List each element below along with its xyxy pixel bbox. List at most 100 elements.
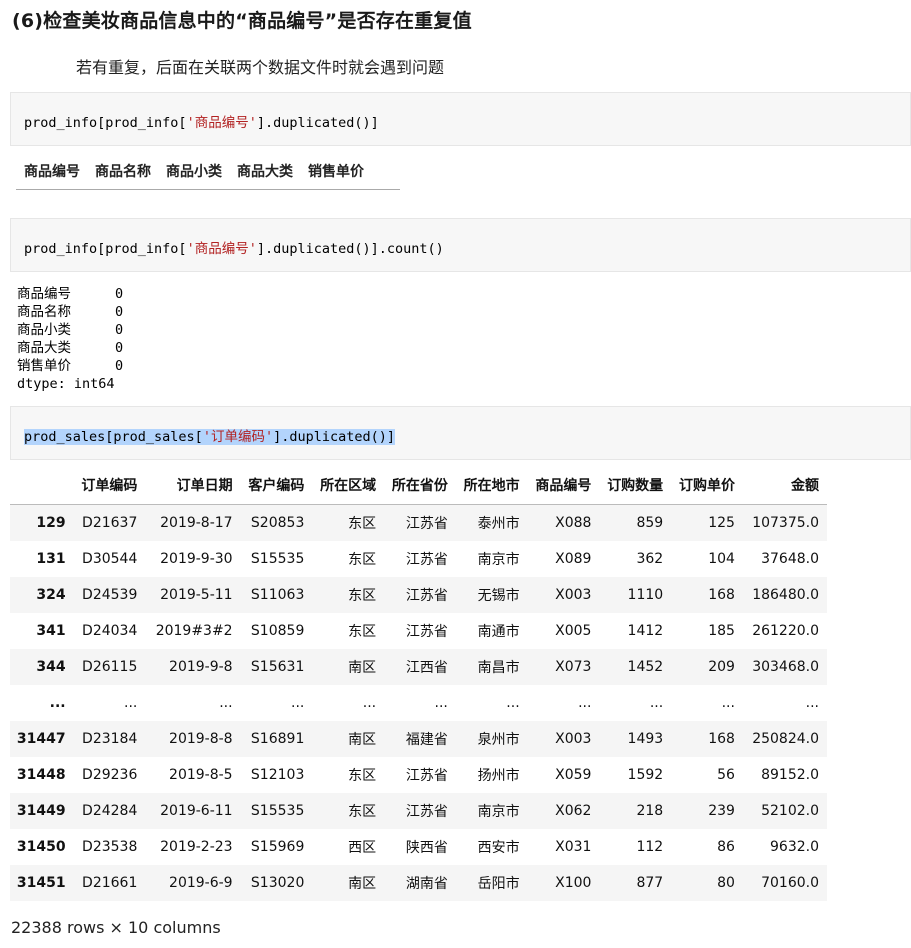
- table-cell: 泰州市: [477, 516, 520, 532]
- table-cell: 1412: [627, 623, 664, 639]
- table-cell: 福建省: [405, 732, 448, 748]
- table-cell: 2019-6-11: [160, 803, 233, 819]
- table-cell: ...: [721, 695, 735, 711]
- table-cell: 218: [636, 803, 664, 819]
- table-cell: X062: [555, 803, 592, 819]
- table-cell: 西区: [348, 840, 377, 856]
- code-cell-2[interactable]: prod_info[prod_info['商品编号'].duplicated()…: [10, 218, 911, 272]
- table-cell: S15535: [250, 551, 305, 567]
- row-index: 129: [36, 515, 66, 531]
- table-cell: 泉州市: [477, 732, 520, 748]
- table-cell: D26115: [82, 659, 138, 675]
- table-cell: X003: [555, 731, 592, 747]
- table-cell: 江苏省: [405, 624, 448, 640]
- table-cell: 168: [708, 587, 735, 603]
- column-header: 商品大类: [237, 164, 293, 180]
- column-header: 订单编码: [73, 466, 146, 505]
- table-cell: 2019-2-23: [160, 839, 233, 855]
- table-cell: 西安市: [477, 840, 520, 856]
- table-cell: 1592: [627, 767, 664, 783]
- table-cell: 70160.0: [761, 875, 819, 891]
- table-cell: 303468.0: [752, 659, 819, 675]
- table-cell: 2019-8-8: [169, 731, 233, 747]
- table-cell: 南通市: [477, 624, 520, 640]
- table-cell: ...: [362, 695, 377, 711]
- table-row: 31451 D21661 2019-6-9 S13020 南区 湖南省 岳阳市 X100 877…: [10, 865, 827, 901]
- table-row: 341 D24034 2019#3#2 S10859 东区 江苏省 南通市 X005 1412 1…: [10, 613, 827, 649]
- column-header: 金额: [742, 466, 827, 505]
- table-cell: 南昌市: [477, 660, 520, 676]
- table-cell: 1493: [627, 731, 664, 747]
- table-cell: 250824.0: [752, 731, 819, 747]
- table-cell: S13020: [250, 875, 305, 891]
- table-cell: 2019-6-9: [169, 875, 233, 891]
- table-cell: ...: [219, 695, 233, 711]
- table-cell: 南京市: [477, 804, 520, 820]
- explanation-text: 若有重复，后面在关联两个数据文件时就会遇到问题: [76, 58, 445, 77]
- table-cell: 1452: [627, 659, 664, 675]
- table-cell: 湖南省: [405, 876, 448, 892]
- column-header: 商品小类: [166, 164, 222, 180]
- table-cell: 186480.0: [752, 587, 819, 603]
- table-cell: 2019-9-8: [169, 659, 233, 675]
- code-cell-1[interactable]: prod_info[prod_info['商品编号'].duplicated()…: [10, 92, 911, 146]
- table-cell: 陕西省: [405, 840, 448, 856]
- column-header: 订购单价: [671, 466, 743, 505]
- table-cell: ...: [124, 695, 138, 711]
- table-row: 324 D24539 2019-5-11 S11063 东区 江苏省 无锡市 X003 1110…: [10, 577, 827, 613]
- table-cell: 扬州市: [477, 768, 520, 784]
- table-cell: 2019#3#2: [155, 623, 233, 639]
- table-cell: 江苏省: [405, 516, 448, 532]
- series-output: 商品编号 0 商品名称 0 商品小类 0 商品大类 0 销售单价 0 dtype: int…: [17, 286, 124, 392]
- row-index: 31450: [16, 839, 66, 855]
- table-cell: 南区: [348, 732, 377, 748]
- table-cell: 37648.0: [761, 551, 819, 567]
- row-index: 31449: [16, 803, 66, 819]
- table-header-row: 订单编码 订单日期 客户编码 所在区域 所在省份 所在地市 商品编号 订购数量 订购单价 金额: [10, 466, 827, 505]
- table-cell: 2019-5-11: [160, 587, 233, 603]
- row-count-summary: 22388 rows × 10 columns: [11, 918, 221, 937]
- table-cell: S10859: [250, 623, 305, 639]
- column-header: 订购数量: [599, 466, 672, 505]
- table-cell: 江苏省: [405, 552, 448, 568]
- table-row: 344 D26115 2019-9-8 S15631 南区 江西省 南昌市 X073 1452 2…: [10, 649, 827, 685]
- table-cell: S15631: [250, 659, 305, 675]
- table-cell: X005: [555, 623, 592, 639]
- table-cell: S12103: [250, 767, 305, 783]
- table-row: .................................: [10, 685, 827, 721]
- table-cell: 56: [717, 767, 735, 783]
- table-cell: X003: [555, 587, 592, 603]
- table-cell: 2019-8-5: [169, 767, 233, 783]
- table-cell: D21637: [82, 515, 138, 531]
- table-cell: 2019-8-17: [160, 515, 233, 531]
- table-cell: 89152.0: [761, 767, 819, 783]
- table-cell: 52102.0: [761, 803, 819, 819]
- table-row: 31450 D23538 2019-2-23 S15969 西区 陕西省 西安市 X031 11…: [10, 829, 827, 865]
- table-row: 31448 D29236 2019-8-5 S12103 东区 江苏省 扬州市 X059 159…: [10, 757, 827, 793]
- table-cell: 80: [717, 875, 735, 891]
- table-cell: 东区: [348, 768, 377, 784]
- table-cell: D21661: [82, 875, 138, 891]
- code-cell-3[interactable]: prod_sales[prod_sales['订单编码'].duplicated…: [10, 406, 911, 460]
- empty-dataframe-header: 商品编号 商品名称 商品小类 商品大类 销售单价: [16, 161, 400, 190]
- column-header: 销售单价: [308, 164, 364, 180]
- table-cell: 江苏省: [405, 768, 448, 784]
- table-cell: 东区: [348, 624, 377, 640]
- table-row: 31449 D24284 2019-6-11 S15535 东区 江苏省 南京市 X062 21…: [10, 793, 827, 829]
- table-cell: ...: [506, 695, 520, 711]
- column-header: 所在地市: [455, 466, 528, 505]
- table-row: 31447 D23184 2019-8-8 S16891 南区 福建省 泉州市 X003 149…: [10, 721, 827, 757]
- table-cell: 江西省: [405, 660, 448, 676]
- table-cell: S11063: [250, 587, 305, 603]
- table-cell: ...: [291, 695, 305, 711]
- code-line: prod_info[prod_info['商品编号'].duplicated()…: [24, 241, 444, 257]
- table-cell: X088: [555, 515, 592, 531]
- table-cell: D24284: [82, 803, 138, 819]
- table-cell: ...: [434, 695, 448, 711]
- table-cell: 185: [708, 623, 735, 639]
- table-cell: 江苏省: [405, 804, 448, 820]
- table-cell: 86: [717, 839, 735, 855]
- table-cell: 东区: [348, 804, 377, 820]
- table-cell: D29236: [82, 767, 138, 783]
- table-cell: 东区: [348, 552, 377, 568]
